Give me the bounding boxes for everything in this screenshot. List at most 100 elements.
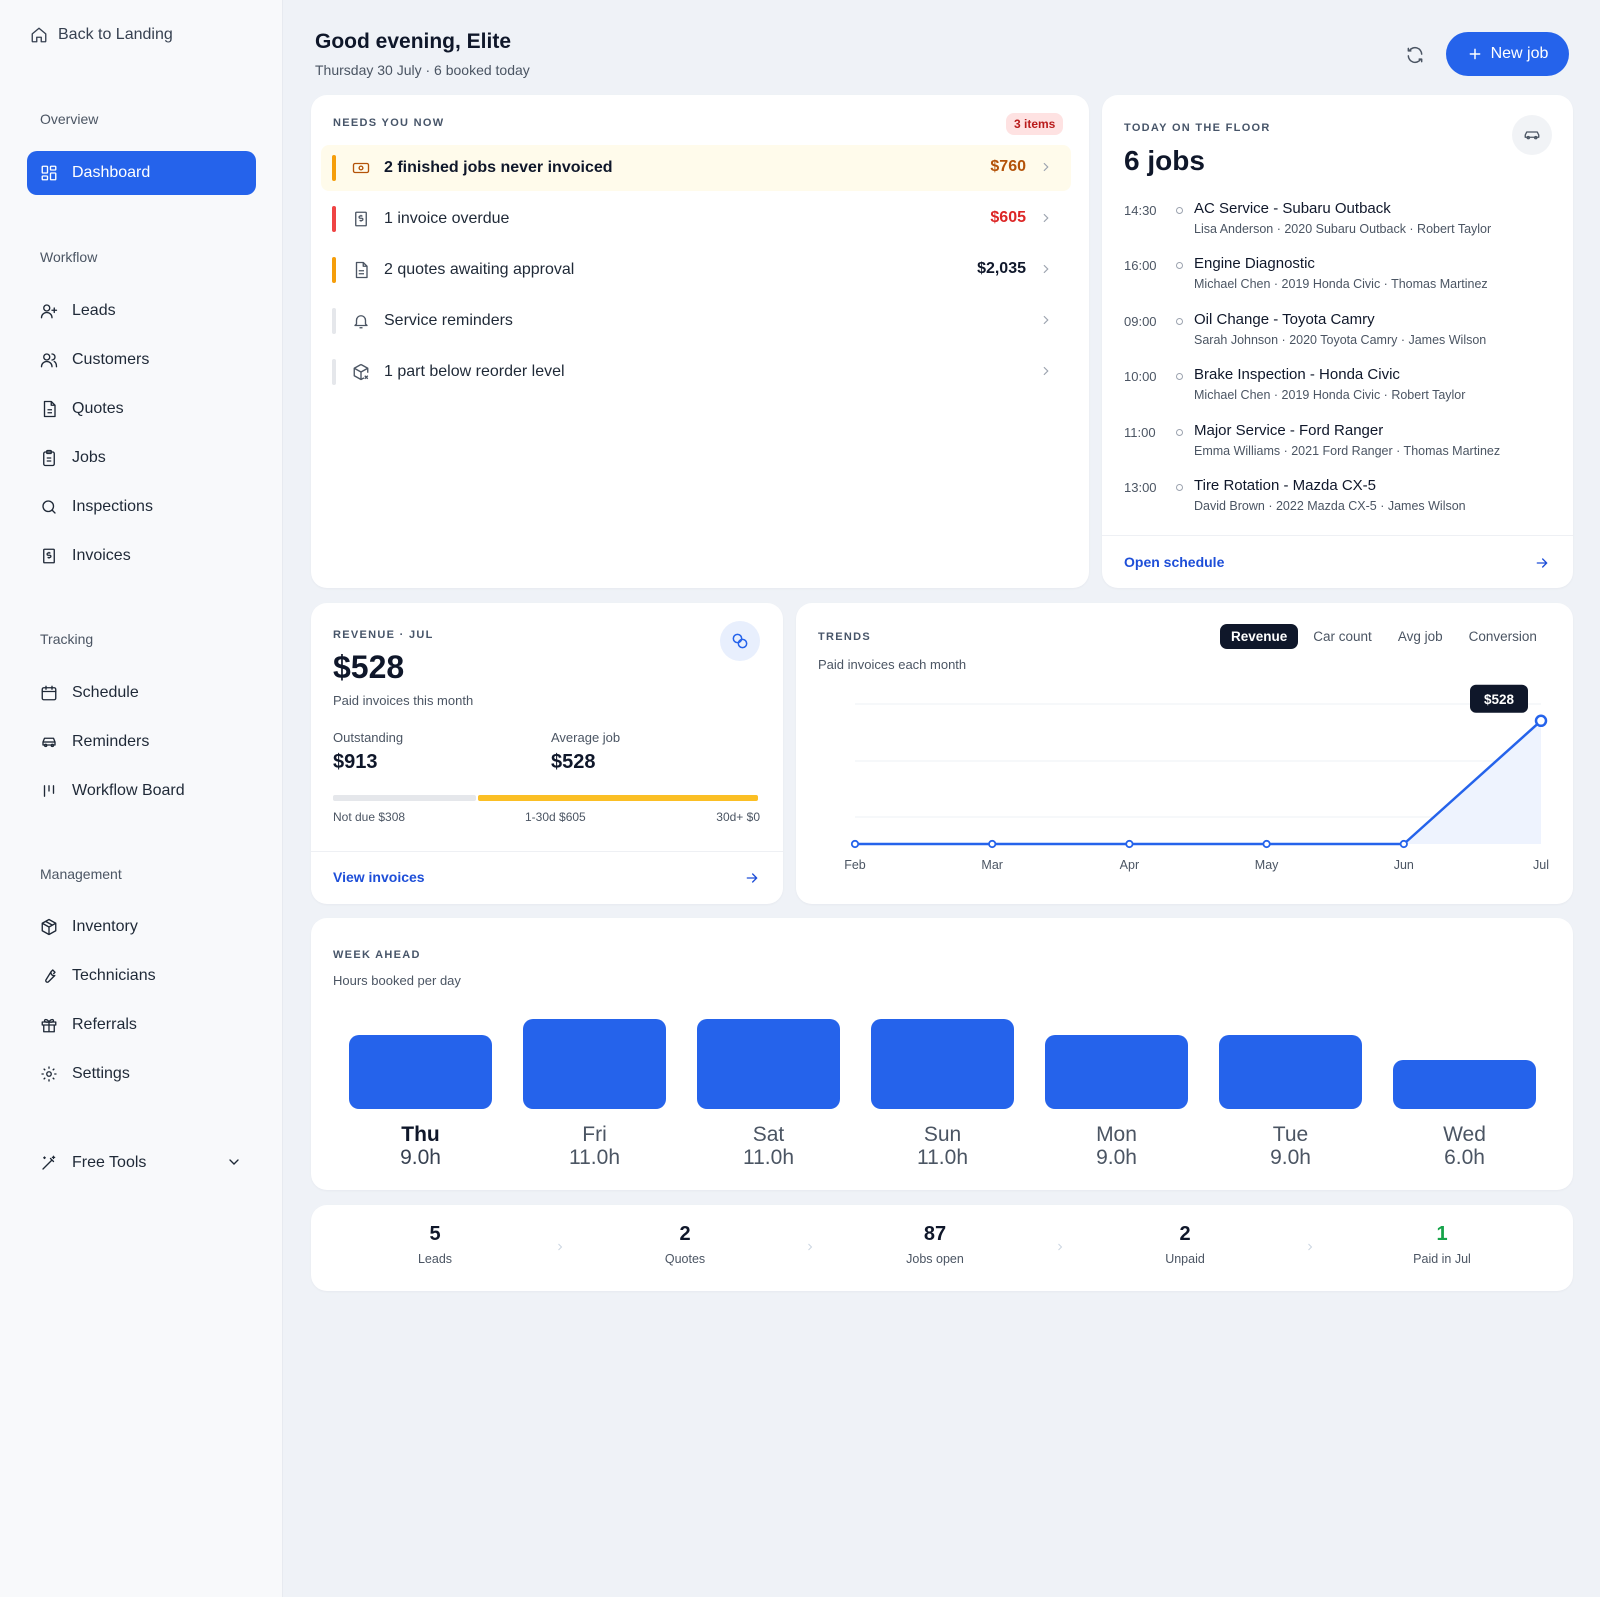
section-management: Management (40, 866, 122, 882)
hours-bar (349, 1035, 492, 1109)
day-column[interactable]: Fri 11.0h (523, 918, 666, 1190)
sidebar-item-inspections[interactable]: Inspections (27, 485, 256, 529)
data-point (988, 839, 997, 849)
hours-bar (697, 1019, 840, 1109)
chevron-right-icon (1043, 366, 1049, 376)
new-job-label: New job (1490, 45, 1549, 62)
sidebar-item-dashboard[interactable]: Dashboard (27, 151, 256, 195)
sidebar-item-label: Referrals (72, 1016, 137, 1033)
schedule-title: Major Service - Ford Ranger (1194, 422, 1384, 439)
open-schedule-link[interactable]: Open schedule (1124, 554, 1224, 570)
week-ahead-card: WEEK AHEAD Hours booked per day Thu 9.0h F… (311, 918, 1573, 1190)
calendar-icon (41, 685, 57, 701)
car-icon (42, 737, 56, 748)
schedule-details: Michael Chen · 2019 Honda Civic · Thomas… (1194, 277, 1488, 291)
sidebar-item-customers[interactable]: Customers (27, 338, 256, 382)
cash-icon (352, 162, 370, 174)
clipboard-icon (43, 449, 55, 467)
sidebar-item-quotes[interactable]: Quotes (27, 387, 256, 431)
coins-badge (720, 621, 760, 661)
alert-indicator (332, 308, 336, 334)
stage-label: Paid in Jul (1413, 1252, 1471, 1266)
pipeline-stage[interactable]: 87 Jobs open (855, 1223, 1015, 1266)
pipeline-stage[interactable]: 1 Paid in Jul (1362, 1223, 1522, 1266)
sidebar-item-free-tools[interactable]: Free Tools (27, 1141, 256, 1185)
aging-not-due-label: Not due $308 (333, 810, 406, 824)
schedule-time: 11:00 (1124, 425, 1156, 440)
schedule-time: 09:00 (1124, 314, 1157, 329)
alert-row-overdue[interactable]: 1 invoice overdue $605 (321, 196, 1071, 242)
gift-icon (41, 1018, 57, 1033)
day-name: Sun (923, 1123, 962, 1146)
x-tick-label: Mar (981, 858, 1003, 872)
alert-row-service-reminders[interactable]: Service reminders (321, 298, 1071, 344)
view-invoices-link[interactable]: View invoices (333, 869, 425, 885)
alert-row-low-stock[interactable]: 1 part below reorder level (321, 349, 1071, 395)
sidebar-item-workflow-board[interactable]: Workflow Board (27, 769, 256, 813)
kanban-icon (43, 785, 55, 797)
sidebar-item-label: Dashboard (72, 164, 151, 181)
revenue-subtitle: Paid invoices this month (333, 693, 474, 708)
pipeline-stage[interactable]: 2 Quotes (605, 1223, 765, 1266)
magic-wand-icon (42, 1155, 56, 1170)
day-name: Fri (582, 1123, 607, 1146)
schedule-item[interactable]: 16:00 Engine Diagnostic Michael Chen · 2… (1124, 255, 1554, 303)
hours-bar (1045, 1035, 1188, 1109)
schedule-title: Oil Change - Toyota Camry (1194, 311, 1375, 328)
day-column[interactable]: Wed 6.0h (1393, 918, 1536, 1190)
day-column[interactable]: Sun 11.0h (871, 918, 1014, 1190)
today-on-floor-card: TODAY ON THE FLOOR 6 jobs 14:30 AC Servi… (1102, 95, 1573, 588)
day-column[interactable]: Thu 9.0h (349, 918, 492, 1190)
sidebar-item-inventory[interactable]: Inventory (27, 905, 256, 949)
page-subtitle: Thursday 30 July · 6 booked today (315, 62, 530, 78)
alert-row-uninvoiced[interactable]: 2 finished jobs never invoiced $760 (321, 145, 1071, 191)
schedule-item[interactable]: 14:30 AC Service - Subaru Outback Lisa A… (1124, 200, 1554, 248)
day-hours: 11.0h (569, 1146, 620, 1169)
x-tick-label: May (1255, 858, 1279, 872)
schedule-item[interactable]: 11:00 Major Service - Ford Ranger Emma W… (1124, 422, 1554, 470)
day-column[interactable]: Mon 9.0h (1045, 918, 1188, 1190)
sidebar-item-label: Reminders (72, 733, 150, 750)
day-hours: 6.0h (1444, 1146, 1485, 1169)
schedule-item[interactable]: 10:00 Brake Inspection - Honda Civic Mic… (1124, 366, 1554, 414)
alert-row-quotes[interactable]: 2 quotes awaiting approval $2,035 (321, 247, 1071, 293)
schedule-item[interactable]: 13:00 Tire Rotation - Mazda CX-5 David B… (1124, 477, 1554, 525)
alert-indicator (332, 206, 336, 232)
car-badge (1512, 115, 1552, 155)
pipeline-stage[interactable]: 5 Leads (355, 1223, 515, 1266)
timeline-dot (1176, 373, 1183, 380)
alert-indicator (332, 257, 336, 283)
back-to-landing-link[interactable]: Back to Landing (30, 26, 173, 44)
sidebar-item-settings[interactable]: Settings (27, 1052, 256, 1096)
pipeline-stage[interactable]: 2 Unpaid (1105, 1223, 1265, 1266)
sidebar-item-schedule[interactable]: Schedule (27, 671, 256, 715)
chevron-right-icon (558, 1243, 563, 1251)
x-tick-label: Jun (1394, 858, 1414, 872)
schedule-time: 14:30 (1124, 203, 1157, 218)
needs-title: NEEDS YOU NOW (333, 117, 445, 129)
sidebar-item-label: Inventory (72, 918, 138, 935)
day-column[interactable]: Sat 11.0h (697, 918, 840, 1190)
arrow-right-icon[interactable] (744, 870, 760, 886)
sidebar-item-leads[interactable]: Leads (27, 289, 256, 333)
alert-label: 1 part below reorder level (384, 363, 565, 380)
plus-icon (1469, 48, 1480, 60)
sidebar-item-technicians[interactable]: Technicians (27, 954, 256, 998)
sidebar-item-jobs[interactable]: Jobs (27, 436, 256, 480)
sidebar-item-reminders[interactable]: Reminders (27, 720, 256, 764)
sidebar-item-invoices[interactable]: Invoices (27, 534, 256, 578)
schedule-item[interactable]: 09:00 Oil Change - Toyota Camry Sarah Jo… (1124, 311, 1554, 359)
sidebar-item-label: Schedule (72, 684, 139, 701)
alert-label: 2 quotes awaiting approval (384, 261, 575, 278)
day-column[interactable]: Tue 9.0h (1219, 918, 1362, 1190)
revenue-trend-chart: Feb Mar Apr May Jun Jul $528 (844, 684, 1549, 872)
chevron-right-icon (1308, 1243, 1313, 1251)
items-badge: 3 items (1006, 113, 1064, 135)
sidebar-item-referrals[interactable]: Referrals (27, 1003, 256, 1047)
new-job-button[interactable]: New job (1446, 32, 1569, 76)
sidebar-item-label: Leads (72, 302, 116, 319)
arrow-right-icon[interactable] (1534, 555, 1550, 571)
refresh-button[interactable] (1400, 40, 1430, 70)
stage-count: 87 (923, 1223, 947, 1245)
alert-amount: $2,035 (977, 260, 1026, 277)
